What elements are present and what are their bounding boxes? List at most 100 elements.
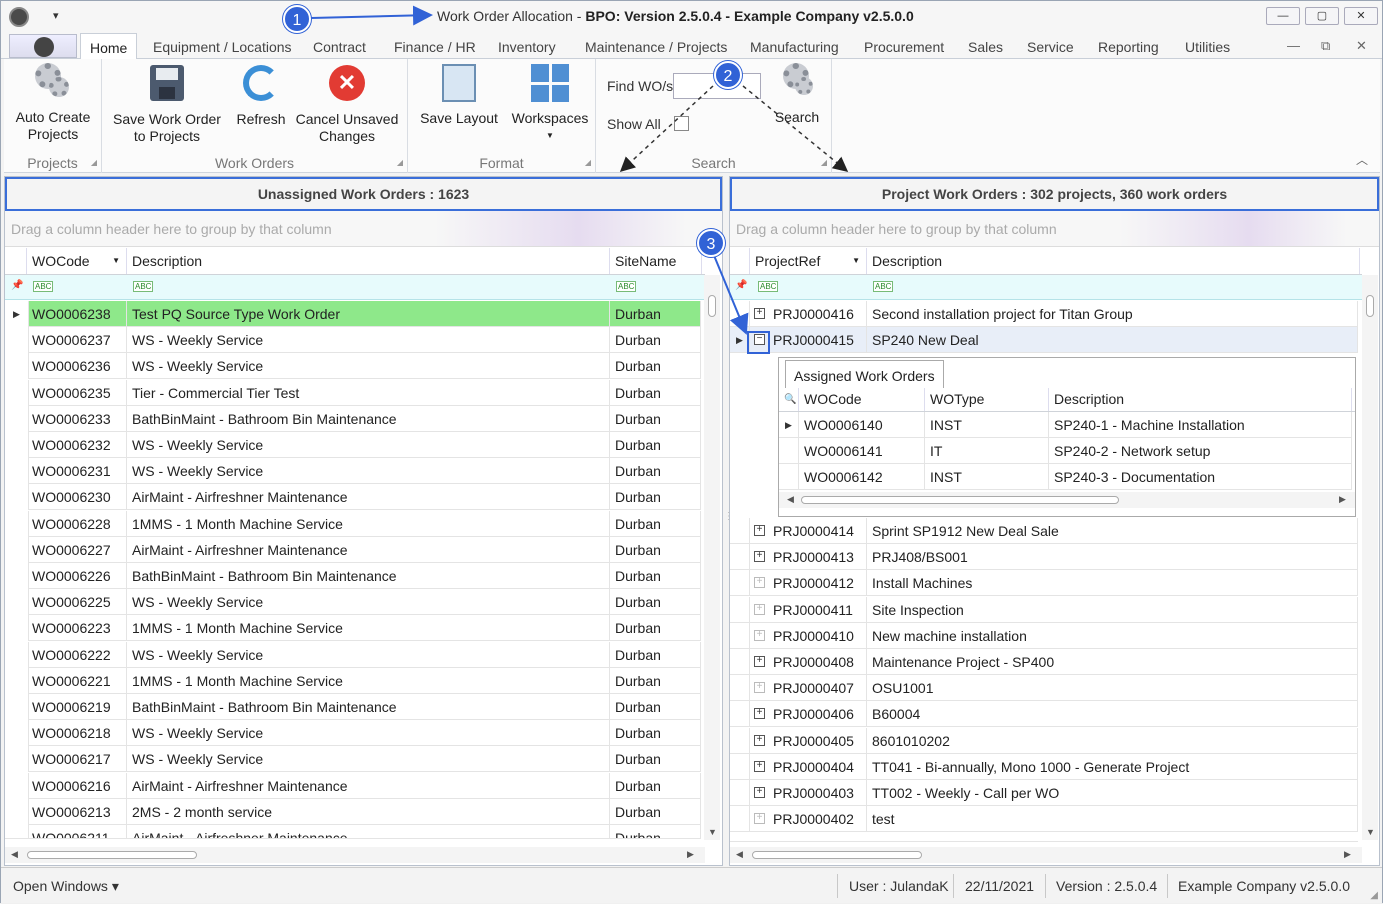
table-row[interactable]: WO0006213 2MS - 2 month service Durban bbox=[5, 798, 701, 825]
table-row[interactable]: WO0006235 Tier - Commercial Tier Test Durb… bbox=[5, 379, 701, 406]
expand-icon[interactable]: + bbox=[754, 760, 765, 772]
table-row[interactable]: WO0006217 WS - Weekly Service Durban bbox=[5, 746, 701, 773]
expand-icon[interactable]: + bbox=[754, 308, 765, 319]
table-row[interactable]: WO0006218 WS - Weekly Service Durban bbox=[5, 720, 701, 747]
expand-icon[interactable]: + bbox=[754, 577, 765, 589]
project-row[interactable]: + PRJ0000408 Maintenance Project - SP400 bbox=[730, 649, 1358, 675]
assigned-wo-row[interactable]: WO0006141 IT SP240-2 - Network setup bbox=[779, 438, 1352, 465]
expand-icon[interactable]: + bbox=[754, 708, 765, 720]
application-menu-button[interactable] bbox=[9, 34, 77, 58]
refresh-button[interactable]: Refresh bbox=[230, 63, 292, 128]
splitter-handle[interactable]: ⋮ bbox=[724, 511, 734, 531]
tab-finance-hr[interactable]: Finance / HR bbox=[394, 39, 476, 55]
mdi-minimize-button[interactable]: — bbox=[1287, 38, 1300, 53]
save-work-order-to-projects-button[interactable]: Save Work Order to Projects bbox=[108, 63, 226, 145]
project-row[interactable]: + PRJ0000413 PRJ408/BS001 bbox=[730, 544, 1358, 571]
right-vertical-scrollbar[interactable]: ▼ bbox=[1362, 275, 1378, 840]
open-windows-dropdown[interactable]: Open Windows ▾ bbox=[13, 878, 119, 895]
table-row[interactable]: WO0006233 BathBinMaint - Bathroom Bin Mai… bbox=[5, 405, 701, 432]
detail-horizontal-scrollbar[interactable]: ◀ ▶ bbox=[779, 492, 1355, 508]
cancel-unsaved-changes-button[interactable]: ✕ Cancel Unsaved Changes bbox=[294, 63, 400, 145]
table-row[interactable]: WO0006221 1MMS - 1 Month Machine Service D… bbox=[5, 667, 701, 694]
col-wocode[interactable]: WOCode ▼ bbox=[27, 248, 127, 274]
col-projectref[interactable]: ProjectRef ▼ bbox=[750, 248, 867, 274]
col-wocode[interactable]: WOCode bbox=[799, 388, 925, 411]
expand-icon[interactable]: + bbox=[754, 525, 765, 536]
expand-icon[interactable]: + bbox=[754, 603, 765, 615]
table-row[interactable]: WO0006237 WS - Weekly Service Durban bbox=[5, 327, 701, 354]
show-all-checkbox[interactable] bbox=[674, 116, 689, 131]
left-horizontal-scrollbar[interactable]: ◀ ▶ bbox=[5, 847, 705, 863]
table-row[interactable]: WO0006231 WS - Weekly Service Durban bbox=[5, 458, 701, 485]
minimize-button[interactable]: — bbox=[1266, 7, 1300, 25]
workspaces-button[interactable]: Workspaces ▼ bbox=[508, 63, 592, 144]
expand-icon[interactable]: + bbox=[754, 734, 765, 746]
project-row[interactable]: + PRJ0000403 TT002 - Weekly - Call per WO bbox=[730, 780, 1358, 806]
search-icon[interactable]: 🔍 bbox=[779, 388, 799, 411]
table-row[interactable]: WO0006219 BathBinMaint - Bathroom Bin Mai… bbox=[5, 694, 701, 720]
table-row[interactable]: WO0006227 AirMaint - Airfreshner Maintena… bbox=[5, 536, 701, 563]
table-row[interactable]: WO0006216 AirMaint - Airfreshner Maintena… bbox=[5, 772, 701, 799]
tab-contract[interactable]: Contract bbox=[313, 39, 366, 55]
expand-icon[interactable]: + bbox=[754, 629, 765, 641]
col-description[interactable]: Description bbox=[1049, 388, 1352, 411]
col-wotype[interactable]: WOType bbox=[925, 388, 1049, 411]
table-row[interactable]: WO0006226 BathBinMaint - Bathroom Bin Mai… bbox=[5, 563, 701, 589]
table-row[interactable]: WO0006232 WS - Weekly Service Durban bbox=[5, 432, 701, 458]
filter-description-icon[interactable]: ABC bbox=[873, 281, 894, 292]
project-row[interactable]: ▶ − PRJ0000415 SP240 New Deal bbox=[730, 327, 1358, 353]
collapse-icon[interactable]: − bbox=[754, 334, 765, 345]
maximize-button[interactable]: ▢ bbox=[1305, 7, 1339, 25]
project-row[interactable]: + PRJ0000402 test bbox=[730, 806, 1358, 833]
search-button[interactable]: Search bbox=[766, 63, 828, 126]
expand-icon[interactable]: + bbox=[754, 813, 765, 825]
table-row[interactable]: WO0006223 1MMS - 1 Month Machine Service D… bbox=[5, 615, 701, 642]
project-row[interactable]: + PRJ0000414 Sprint SP1912 New Deal Sale bbox=[730, 518, 1358, 544]
project-row[interactable]: + PRJ0000410 New machine installation bbox=[730, 622, 1358, 649]
expand-icon[interactable]: + bbox=[754, 551, 765, 563]
filter-description-icon[interactable]: ABC bbox=[133, 281, 154, 292]
expand-icon[interactable]: + bbox=[754, 787, 765, 798]
resize-grip-icon[interactable]: ◢ bbox=[1370, 890, 1378, 901]
auto-create-projects-button[interactable]: Auto Create Projects bbox=[10, 63, 96, 143]
close-button[interactable]: ✕ bbox=[1344, 7, 1378, 25]
collapse-ribbon-icon[interactable]: ︿ bbox=[1356, 151, 1368, 168]
col-description[interactable]: Description bbox=[867, 248, 1360, 274]
expand-icon[interactable]: + bbox=[754, 656, 765, 667]
tab-manufacturing[interactable]: Manufacturing bbox=[750, 39, 839, 55]
expand-icon[interactable]: + bbox=[754, 682, 765, 694]
mdi-restore-button[interactable]: ⧉ bbox=[1321, 38, 1330, 54]
group-by-area[interactable]: Drag a column header here to group by th… bbox=[5, 211, 722, 247]
project-row[interactable]: + PRJ0000406 B60004 bbox=[730, 701, 1358, 728]
table-row[interactable]: WO0006236 WS - Weekly Service Durban bbox=[5, 353, 701, 380]
table-row[interactable]: WO0006211 AirMaint - Airfreshner Maintena… bbox=[5, 825, 701, 839]
tab-assigned-work-orders[interactable]: Assigned Work Orders bbox=[785, 360, 944, 388]
assigned-wo-row[interactable]: WO0006142 INST SP240-3 - Documentation bbox=[779, 464, 1352, 491]
app-logo-icon[interactable] bbox=[9, 7, 29, 27]
project-row[interactable]: + PRJ0000411 Site Inspection bbox=[730, 596, 1358, 623]
table-row[interactable]: ▶ WO0006238 Test PQ Source Type Work Order… bbox=[5, 301, 701, 327]
project-row[interactable]: + PRJ0000412 Install Machines bbox=[730, 570, 1358, 597]
mdi-close-button[interactable]: ✕ bbox=[1356, 38, 1367, 54]
tab-maintenance-projects[interactable]: Maintenance / Projects bbox=[585, 39, 727, 55]
tab-sales[interactable]: Sales bbox=[968, 39, 1003, 55]
group-by-area[interactable]: Drag a column header here to group by th… bbox=[730, 211, 1379, 247]
table-row[interactable]: WO0006230 AirMaint - Airfreshner Maintena… bbox=[5, 484, 701, 511]
group-launcher-icon[interactable]: ◢ bbox=[397, 158, 403, 167]
group-launcher-icon[interactable]: ◢ bbox=[585, 158, 591, 167]
assigned-wo-row[interactable]: ▶ WO0006140 INST SP240-1 - Machine Installa… bbox=[779, 412, 1352, 438]
tab-service[interactable]: Service bbox=[1027, 39, 1074, 55]
table-row[interactable]: WO0006225 WS - Weekly Service Durban bbox=[5, 589, 701, 616]
tab-home[interactable]: Home bbox=[80, 33, 138, 60]
quick-access-dropdown-icon[interactable]: ▾ bbox=[53, 9, 59, 22]
group-launcher-icon[interactable]: ◢ bbox=[91, 158, 97, 167]
group-launcher-icon[interactable]: ◢ bbox=[821, 158, 827, 167]
table-row[interactable]: WO0006228 1MMS - 1 Month Machine Service D… bbox=[5, 510, 701, 537]
project-row[interactable]: + PRJ0000407 OSU1001 bbox=[730, 675, 1358, 702]
project-row[interactable]: + PRJ0000416 Second installation project f… bbox=[730, 301, 1358, 327]
tab-reporting[interactable]: Reporting bbox=[1098, 39, 1159, 55]
filter-sitename-icon[interactable]: ABC bbox=[616, 281, 637, 292]
col-description[interactable]: Description bbox=[127, 248, 610, 274]
table-row[interactable]: WO0006222 WS - Weekly Service Durban bbox=[5, 641, 701, 668]
tab-equipment-locations[interactable]: Equipment / Locations bbox=[153, 39, 292, 55]
